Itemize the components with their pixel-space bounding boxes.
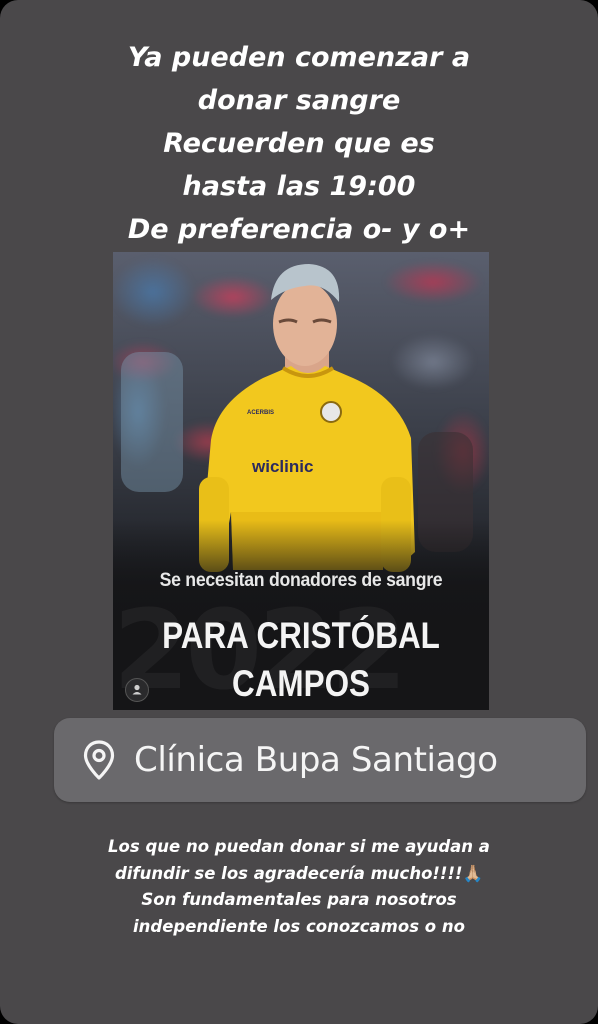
headline-line: CAMPOS [231, 663, 371, 704]
location-sticker[interactable]: Clínica Bupa Santiago [54, 718, 586, 802]
club-crest [320, 401, 342, 423]
post-author-icon[interactable] [125, 678, 149, 702]
location-pin-icon [83, 740, 115, 780]
caption-line: Son fundamentales para nosotros [141, 890, 457, 909]
shared-post-image[interactable]: wiclinic ACERBIS 2022 Se necesitan donad… [113, 252, 489, 710]
player-face [273, 282, 337, 366]
caption-line: difundir se los agradecería mucho!!!!🙏🏼 [0, 861, 598, 888]
caption-line: donar sangre [197, 85, 401, 116]
person-icon [132, 684, 142, 695]
caption-line: Los que no puedan donar si me ayudan a [108, 837, 490, 856]
story-frame: Ya pueden comenzar a donar sangre Recuer… [0, 0, 598, 1024]
caption-line: independiente los conozcamos o no [133, 916, 465, 936]
post-headline-small: Se necesitan donadores de sangre [159, 570, 443, 591]
caption-line: hasta las 19:00 [182, 171, 416, 202]
caption-line: Recuerden que es [163, 128, 435, 159]
jersey-sponsor-logo: wiclinic [251, 457, 313, 476]
headline-line: PARA CRISTÓBAL [162, 615, 440, 656]
praying-hands-emoji: 🙏🏼 [462, 863, 484, 883]
post-headline-big: PARA CRISTÓBAL CAMPOS [141, 612, 461, 708]
story-bottom-caption: Los que no puedan donar si me ayudan a d… [0, 834, 598, 940]
caption-line: De preferencia o- y o+ [127, 214, 471, 245]
caption-text: difundir se los agradecería mucho!!!! [114, 863, 463, 883]
story-top-caption: Ya pueden comenzar a donar sangre Recuer… [0, 36, 598, 251]
spectator-silhouette [121, 352, 183, 492]
location-label: Clínica Bupa Santiago [134, 740, 498, 780]
caption-line: Ya pueden comenzar a [127, 42, 471, 73]
jersey-brand-logo: ACERBIS [247, 410, 274, 416]
